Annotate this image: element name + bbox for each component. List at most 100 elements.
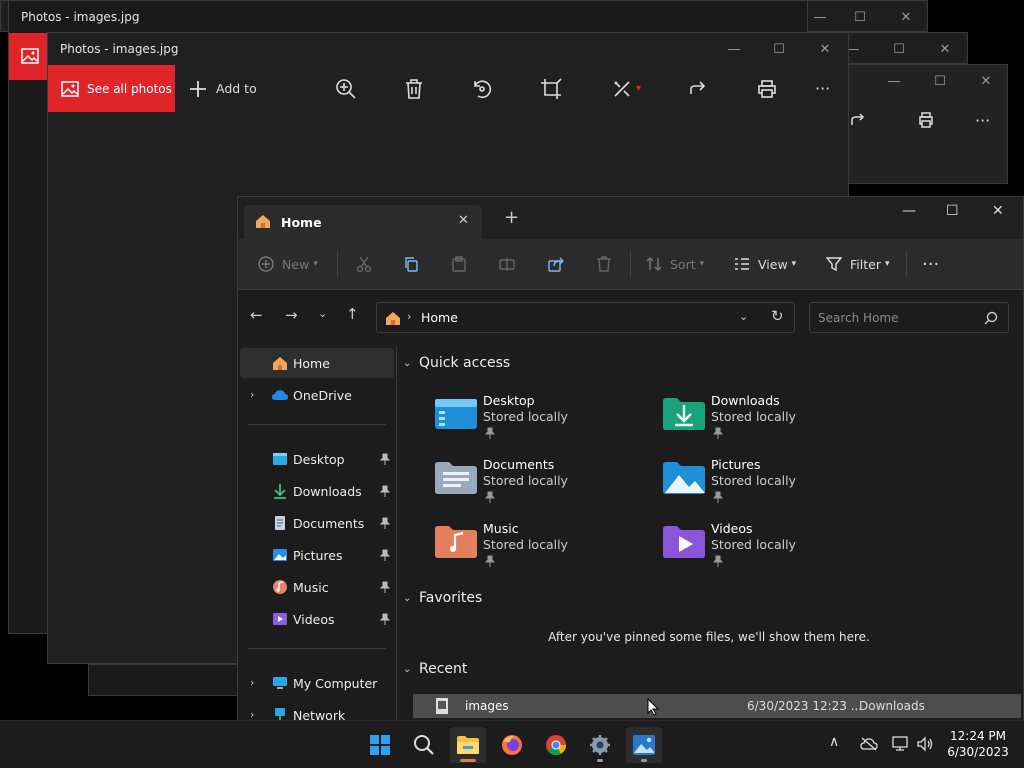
share-button[interactable] bbox=[688, 65, 708, 112]
rename-icon bbox=[499, 258, 515, 271]
nav-item-my-computer[interactable]: › My Computer bbox=[240, 668, 394, 698]
search-input[interactable]: Search Home bbox=[818, 311, 898, 325]
crop-button[interactable] bbox=[540, 65, 562, 112]
share-button[interactable] bbox=[548, 239, 564, 289]
filter-button[interactable]: Filter ▾ bbox=[826, 239, 890, 289]
minimize-icon[interactable]: — bbox=[883, 71, 905, 93]
cloud-offline-icon[interactable] bbox=[860, 737, 878, 751]
maximize-icon[interactable]: ☐ bbox=[768, 39, 790, 61]
more-icon[interactable]: ··· bbox=[975, 111, 990, 130]
close-icon[interactable]: ✕ bbox=[975, 71, 997, 93]
print-button[interactable] bbox=[757, 65, 777, 112]
tab-home[interactable]: Home ✕ bbox=[244, 205, 482, 239]
nav-item-documents[interactable]: Documents bbox=[240, 508, 394, 538]
nav-item-onedrive[interactable]: › OneDrive bbox=[240, 380, 394, 410]
recent-file-row[interactable]: images 6/30/2023 12:23 ... Downloads bbox=[413, 694, 1021, 718]
paste-button[interactable] bbox=[451, 239, 467, 289]
document-icon bbox=[275, 516, 285, 530]
recent-file-name: images bbox=[465, 699, 509, 713]
section-favorites[interactable]: ⌄ Favorites bbox=[403, 590, 482, 606]
cut-button[interactable] bbox=[356, 239, 372, 289]
forward-arrow-icon[interactable]: → bbox=[285, 306, 298, 324]
address-bar[interactable]: › Home ⌄ ↻ bbox=[376, 302, 795, 333]
quick-access-downloads[interactable]: Downloads Stored locally bbox=[661, 391, 881, 449]
home-icon bbox=[273, 357, 287, 370]
breadcrumb-home[interactable]: Home bbox=[421, 310, 458, 325]
maximize-icon[interactable]: ☐ bbox=[888, 39, 910, 61]
quick-access-documents[interactable]: Documents Stored locally bbox=[433, 455, 653, 513]
running-indicator bbox=[597, 759, 603, 762]
clock-time: 12:24 PM bbox=[950, 729, 1006, 743]
new-tab-icon[interactable]: + bbox=[504, 209, 519, 227]
see-all-photos-button-back[interactable] bbox=[9, 33, 49, 80]
delete-button[interactable] bbox=[404, 65, 424, 112]
show-hidden-icons-chevron-icon[interactable]: ∧ bbox=[829, 734, 839, 750]
print-icon[interactable] bbox=[917, 111, 935, 129]
search-icon[interactable] bbox=[984, 311, 998, 325]
clock[interactable]: 12:24 PM 6/30/2023 bbox=[940, 729, 1016, 759]
rotate-button[interactable] bbox=[471, 65, 493, 112]
chevron-down-icon: ▾ bbox=[313, 259, 318, 269]
close-icon[interactable]: ✕ bbox=[934, 39, 956, 61]
maximize-icon[interactable]: ☐ bbox=[929, 71, 951, 93]
edit-button[interactable]: ▾ bbox=[612, 65, 641, 112]
minimize-icon[interactable]: — bbox=[902, 203, 916, 219]
firefox-taskbar-button[interactable] bbox=[494, 727, 530, 763]
quick-access-pictures[interactable]: Pictures Stored locally bbox=[661, 455, 881, 513]
photos-taskbar-button[interactable] bbox=[626, 727, 662, 763]
section-quick-access[interactable]: ⌄ Quick access bbox=[403, 355, 510, 371]
nav-item-music[interactable]: Music bbox=[240, 572, 394, 602]
nav-label: Pictures bbox=[293, 548, 343, 563]
nav-item-home[interactable]: Home bbox=[240, 348, 394, 378]
view-button[interactable]: View ▾ bbox=[734, 239, 796, 289]
copy-button[interactable] bbox=[403, 239, 419, 289]
minimize-icon[interactable]: — bbox=[723, 39, 745, 61]
settings-taskbar-button[interactable] bbox=[582, 727, 618, 763]
music-folder-icon bbox=[435, 526, 477, 558]
new-button[interactable]: New ▾ bbox=[258, 239, 318, 289]
back-arrow-icon[interactable]: ← bbox=[250, 306, 263, 324]
quick-access-desktop[interactable]: Desktop Stored locally bbox=[433, 391, 653, 449]
chevron-right-icon[interactable]: › bbox=[250, 676, 254, 689]
file-explorer-taskbar-button[interactable] bbox=[450, 727, 486, 763]
more-icon: ··· bbox=[815, 79, 831, 98]
up-arrow-icon[interactable]: ↑ bbox=[346, 305, 359, 323]
close-icon[interactable]: ✕ bbox=[992, 203, 1004, 219]
videos-folder-icon bbox=[663, 526, 705, 558]
delete-button[interactable] bbox=[596, 239, 612, 289]
address-dropdown-chevron-icon[interactable]: ⌄ bbox=[739, 310, 748, 323]
nav-item-desktop[interactable]: Desktop bbox=[240, 444, 394, 474]
see-all-photos-button[interactable]: See all photos bbox=[48, 65, 175, 112]
command-bar: New ▾ Sort ▾ View ▾ Filter ▾ ··· bbox=[238, 239, 1023, 290]
tab-close-icon[interactable]: ✕ bbox=[458, 213, 469, 228]
rename-button[interactable] bbox=[499, 239, 515, 289]
share-icon[interactable] bbox=[849, 111, 867, 129]
maximize-icon[interactable]: ☐ bbox=[849, 7, 871, 29]
chevron-right-icon[interactable]: › bbox=[250, 388, 254, 401]
refresh-icon[interactable]: ↻ bbox=[771, 307, 784, 325]
see-more-button[interactable]: ··· bbox=[922, 239, 939, 289]
close-icon[interactable]: ✕ bbox=[814, 39, 836, 61]
file-explorer-window[interactable]: Home ✕ + — ☐ ✕ New ▾ Sort ▾ View ▾ Filte… bbox=[237, 196, 1024, 723]
network-status-icon[interactable] bbox=[892, 736, 910, 752]
add-to-button[interactable]: Add to bbox=[188, 65, 257, 112]
quick-access-music[interactable]: Music Stored locally bbox=[433, 519, 653, 577]
more-button[interactable]: ··· bbox=[815, 65, 830, 112]
section-recent[interactable]: ⌄ Recent bbox=[403, 661, 467, 677]
start-button[interactable] bbox=[362, 727, 398, 763]
search-button[interactable] bbox=[406, 727, 442, 763]
recent-locations-chevron-icon[interactable]: ⌄ bbox=[318, 307, 327, 320]
nav-item-pictures[interactable]: Pictures bbox=[240, 540, 394, 570]
volume-icon[interactable] bbox=[916, 736, 934, 752]
close-icon[interactable]: ✕ bbox=[895, 7, 917, 29]
nav-item-videos[interactable]: Videos bbox=[240, 604, 394, 634]
minimize-icon[interactable]: — bbox=[809, 7, 831, 29]
photos-window-back-3[interactable]: — ☐ ✕ ··· bbox=[848, 64, 1008, 184]
zoom-button[interactable] bbox=[335, 65, 357, 112]
search-box[interactable]: Search Home bbox=[809, 302, 1009, 333]
maximize-icon[interactable]: ☐ bbox=[946, 203, 959, 219]
sort-button[interactable]: Sort ▾ bbox=[646, 239, 704, 289]
quick-access-videos[interactable]: Videos Stored locally bbox=[661, 519, 881, 577]
chrome-taskbar-button[interactable] bbox=[538, 727, 574, 763]
nav-item-downloads[interactable]: Downloads bbox=[240, 476, 394, 506]
